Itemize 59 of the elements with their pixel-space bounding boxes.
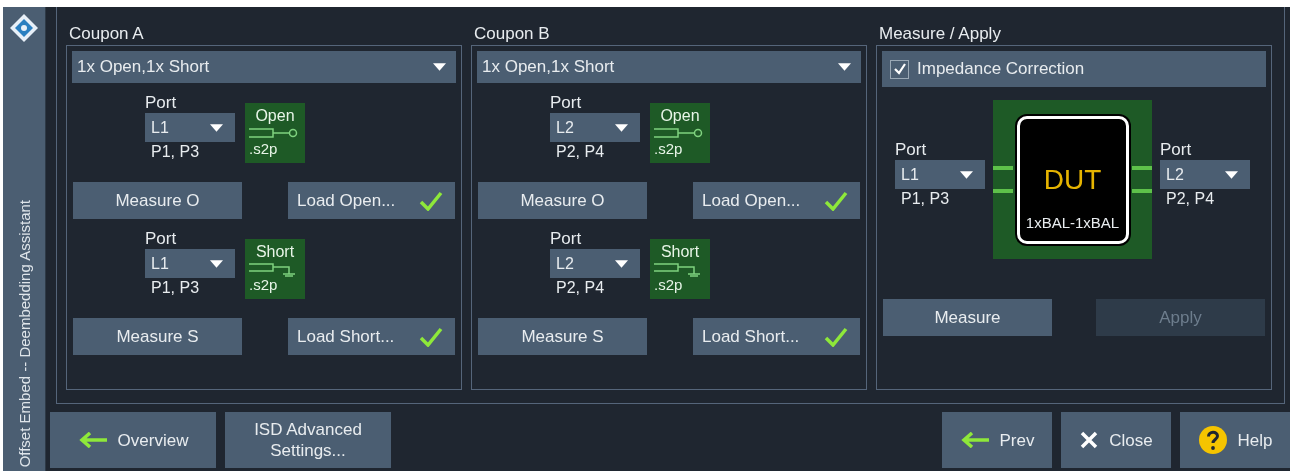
port-label: Port	[550, 93, 583, 113]
caret-icon	[960, 170, 973, 179]
port-label: Port	[550, 229, 583, 249]
close-button[interactable]: Close	[1061, 412, 1171, 468]
mode-dropdown[interactable]: 1x Open,1x Short	[477, 51, 861, 83]
port-label: Port	[145, 93, 178, 113]
caret-icon	[210, 259, 223, 268]
dut-config: 1xBAL-1xBAL	[1025, 213, 1120, 231]
caret-icon	[210, 123, 223, 132]
group-title: Coupon A	[69, 24, 145, 44]
port-label: Port	[895, 140, 928, 160]
checkbox[interactable]	[890, 59, 909, 79]
port-label: Port	[145, 229, 178, 249]
caret-icon	[615, 123, 628, 132]
standard-file-icon: Open .s2p	[245, 103, 305, 163]
assistant-title: Offset Embed -- Deembedding Assistant	[15, 199, 33, 467]
port-pins: P1, P3	[901, 189, 951, 209]
caret-icon	[433, 63, 446, 71]
caret-icon	[838, 63, 851, 71]
measure-button[interactable]: Measure O	[478, 182, 647, 219]
port-dropdown[interactable]: L2	[1160, 160, 1250, 189]
caret-icon	[615, 259, 628, 268]
port-dropdown[interactable]: L1	[895, 160, 985, 189]
standard-file-icon: Short .s2p	[650, 239, 710, 299]
advanced-settings-button[interactable]: ISD Advanced Settings...	[225, 412, 391, 468]
port-label: Port	[1160, 140, 1193, 160]
measure-button[interactable]: Measure O	[73, 182, 242, 219]
group-title: Measure / Apply	[879, 24, 1002, 44]
logo-icon	[9, 13, 39, 43]
load-button[interactable]: Load Open...	[288, 182, 455, 219]
port-pins: P2, P4	[556, 278, 606, 298]
measure-button[interactable]: Measure S	[73, 318, 242, 355]
port-dropdown[interactable]: L1	[145, 113, 235, 142]
dut-title: DUT	[1043, 163, 1102, 196]
checkbox-label[interactable]: Impedance Correction	[917, 59, 1085, 79]
port-dropdown[interactable]: L2	[550, 249, 640, 278]
port-pins: P1, P3	[151, 142, 201, 162]
caret-icon	[1225, 170, 1238, 179]
left-arrow-icon	[77, 432, 108, 448]
help-button[interactable]: Help	[1180, 412, 1290, 468]
group-title: Coupon B	[474, 24, 551, 44]
standard-file-icon: Open .s2p	[650, 103, 710, 163]
close-icon	[1079, 430, 1100, 450]
load-button[interactable]: Load Open...	[693, 182, 860, 219]
standard-file-icon: Short .s2p	[245, 239, 305, 299]
port-dropdown[interactable]: L1	[145, 249, 235, 278]
port-dropdown[interactable]: L2	[550, 113, 640, 142]
port-pins: P2, P4	[1166, 189, 1216, 209]
overview-button[interactable]: Overview	[50, 412, 216, 468]
mode-dropdown[interactable]: 1x Open,1x Short	[72, 51, 456, 83]
port-pins: P2, P4	[556, 142, 606, 162]
left-arrow-icon	[959, 432, 990, 448]
load-button[interactable]: Load Short...	[288, 318, 455, 355]
help-icon	[1197, 425, 1228, 455]
prev-button[interactable]: Prev	[942, 412, 1052, 468]
port-pins: P1, P3	[151, 278, 201, 298]
measure-button[interactable]: Measure	[883, 299, 1052, 336]
load-button[interactable]: Load Short...	[693, 318, 860, 355]
measure-button[interactable]: Measure S	[478, 318, 647, 355]
